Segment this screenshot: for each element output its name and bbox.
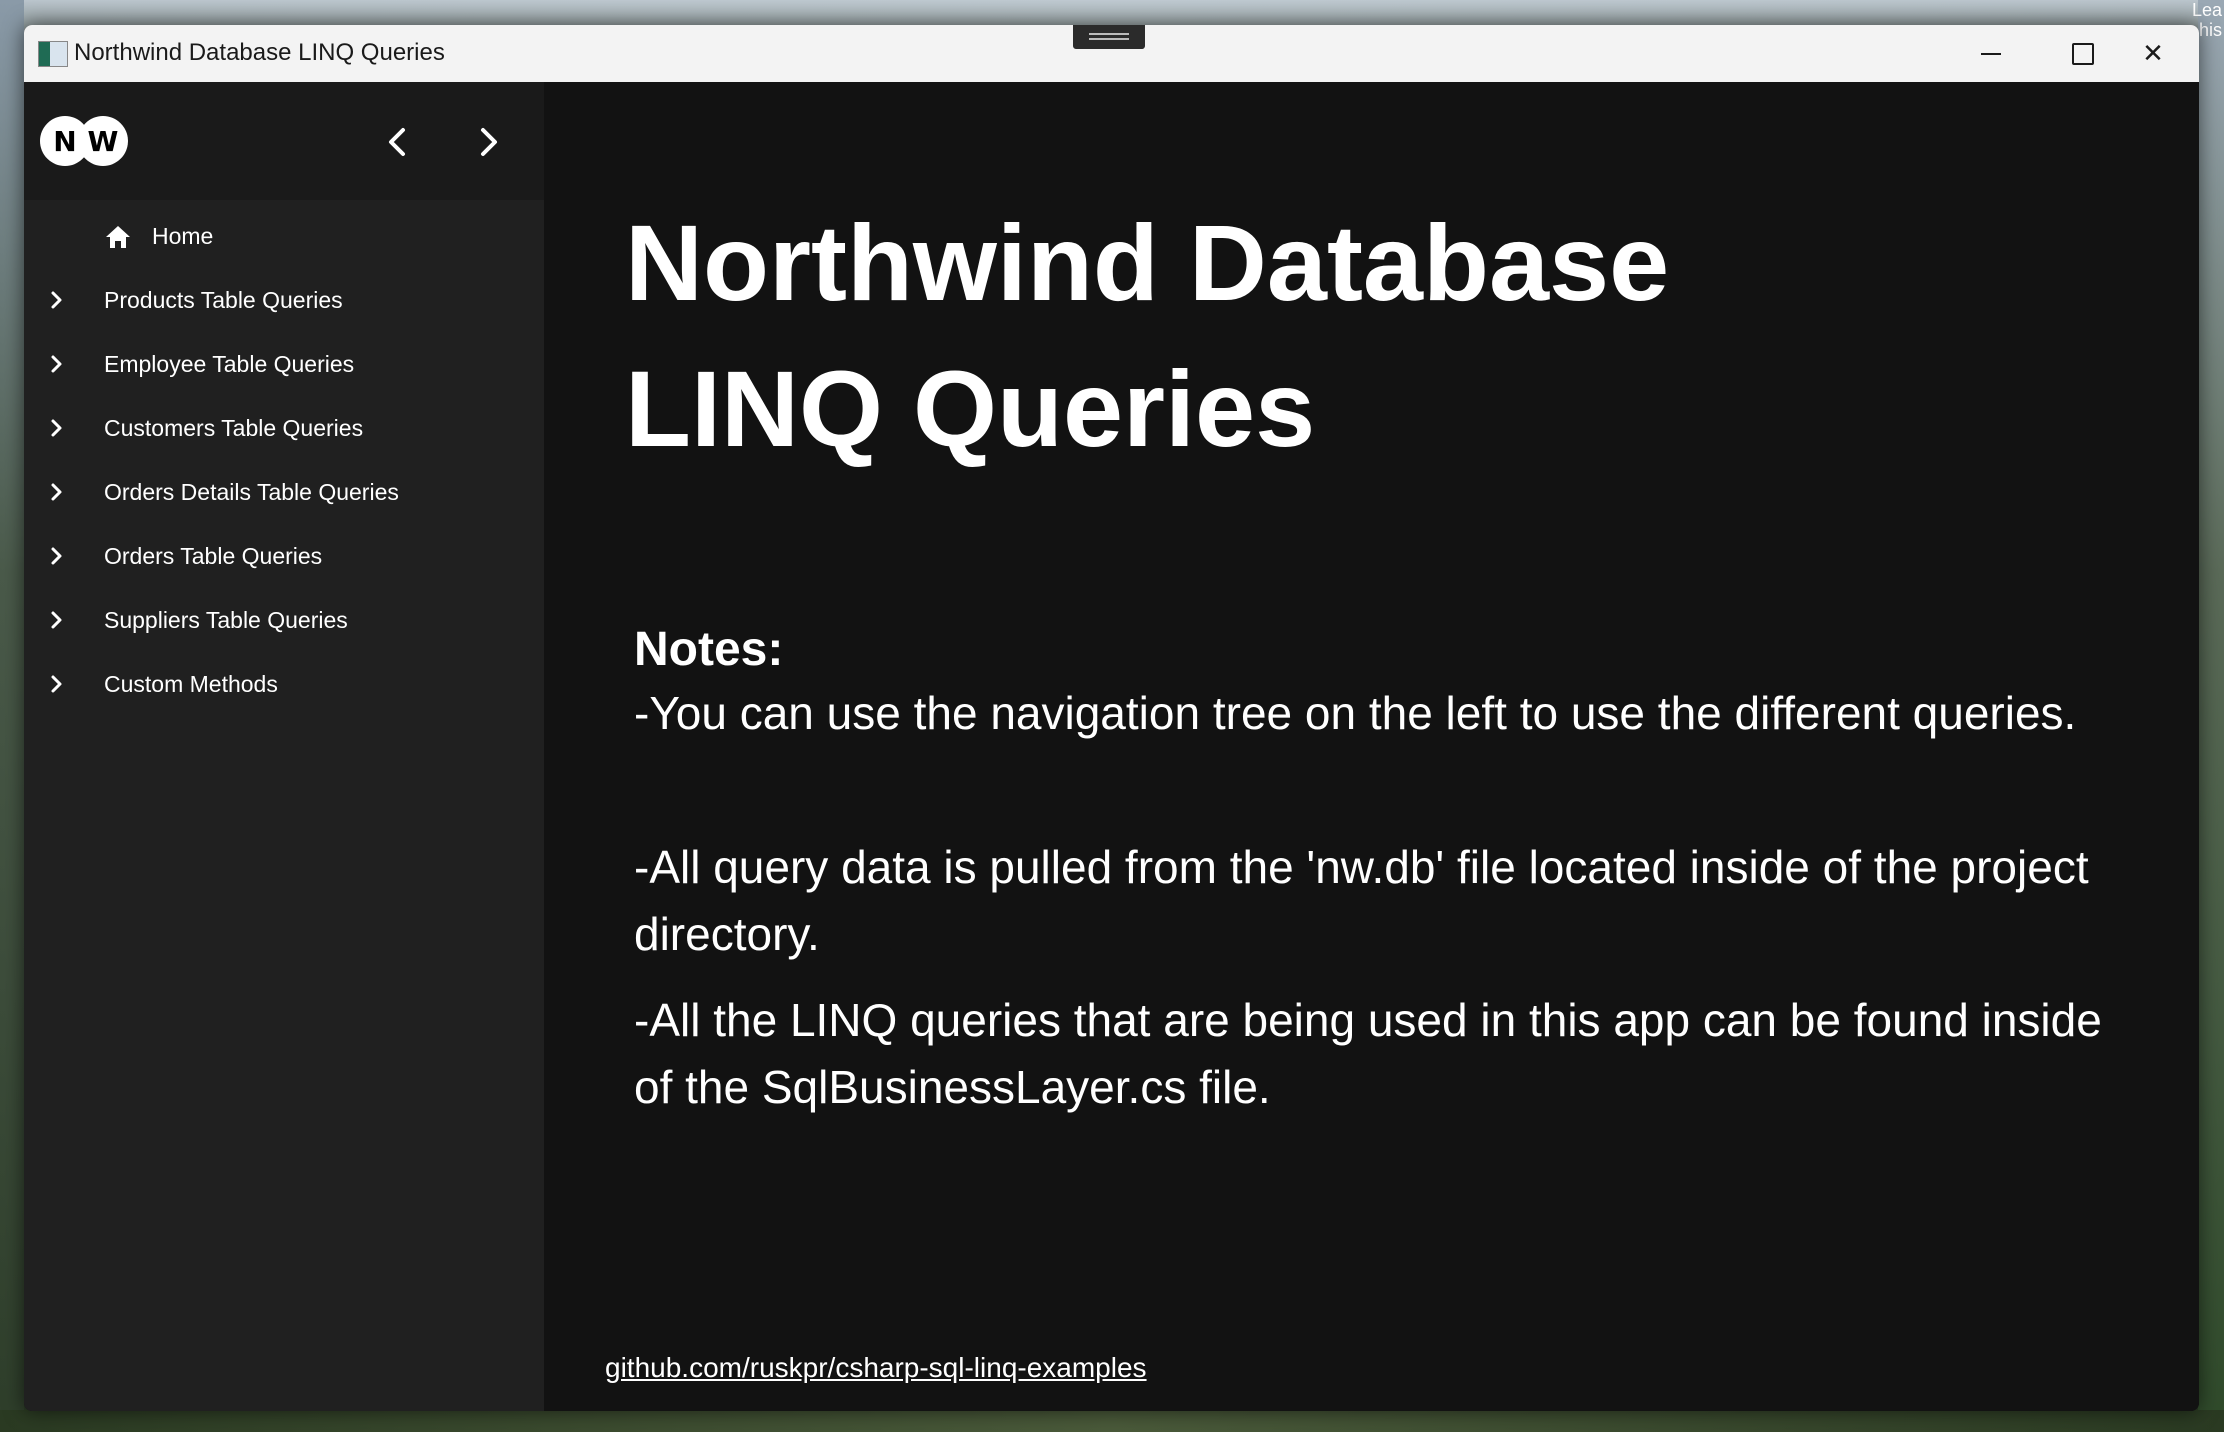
- chevron-right-icon: [51, 547, 62, 565]
- close-icon: ✕: [2142, 38, 2164, 68]
- corner-text-line: Lea: [2191, 0, 2222, 20]
- sidebar: N W Home Products Table Queries Employee…: [24, 82, 544, 1411]
- back-button[interactable]: [376, 120, 420, 164]
- logo-circle-w: W: [78, 116, 128, 166]
- nav-item-suppliers[interactable]: Suppliers Table Queries: [24, 588, 544, 652]
- navigation-tree: Home Products Table Queries Employee Tab…: [24, 204, 544, 716]
- chevron-right-icon: [51, 419, 62, 437]
- chevron-right-icon: [51, 483, 62, 501]
- notes-heading: Notes:: [634, 623, 784, 676]
- nav-item-label: Products Table Queries: [104, 286, 343, 313]
- nav-item-label: Orders Table Queries: [104, 542, 323, 569]
- maximize-icon: [2072, 42, 2094, 65]
- page-title-line: LINQ Queries: [625, 348, 1316, 469]
- note-text: -All query data is pulled from the 'nw.d…: [634, 841, 2089, 960]
- drag-handle[interactable]: [1073, 25, 1145, 49]
- nav-item-customers[interactable]: Customers Table Queries: [24, 396, 544, 460]
- github-link[interactable]: github.com/ruskpr/csharp-sql-linq-exampl…: [605, 1352, 1147, 1384]
- desktop-background-bottom: [0, 1410, 2224, 1432]
- chevron-right-icon: [51, 611, 62, 629]
- close-button[interactable]: ✕: [2107, 25, 2199, 82]
- nav-item-employee[interactable]: Employee Table Queries: [24, 332, 544, 396]
- chevron-right-icon: [51, 675, 62, 693]
- window-title: Northwind Database LINQ Queries: [74, 39, 445, 66]
- desktop-background-left: [0, 0, 24, 1432]
- minimize-icon: [1981, 52, 2001, 55]
- app-window: Northwind Database LINQ Queries ✕ N W Ho…: [24, 25, 2199, 1411]
- main-content: Northwind Database LINQ Queries Notes: -…: [544, 82, 2199, 1411]
- chevron-right-icon: [481, 128, 497, 156]
- chevron-right-icon: [51, 291, 62, 309]
- nav-item-label: Home: [152, 222, 214, 249]
- title-bar[interactable]: Northwind Database LINQ Queries ✕: [24, 25, 2199, 82]
- nav-item-label: Orders Details Table Queries: [104, 478, 399, 505]
- app-icon: [38, 41, 68, 67]
- nav-item-label: Customers Table Queries: [104, 414, 364, 441]
- nav-item-label: Suppliers Table Queries: [104, 606, 348, 633]
- forward-button[interactable]: [466, 120, 510, 164]
- minimize-button[interactable]: [1945, 25, 2037, 82]
- page-title-line: Northwind Database: [625, 202, 1670, 323]
- nav-item-label: Employee Table Queries: [104, 350, 355, 377]
- desktop-background-right: [2198, 0, 2224, 1432]
- app-logo: N W: [40, 116, 130, 168]
- chevron-right-icon: [51, 355, 62, 373]
- note-text: -All the LINQ queries that are being use…: [634, 994, 2102, 1113]
- note-text: -You can use the navigation tree on the …: [634, 687, 2077, 739]
- page-title: Northwind Database LINQ Queries: [625, 190, 1925, 482]
- sidebar-header: N W: [24, 82, 544, 200]
- nav-item-products[interactable]: Products Table Queries: [24, 268, 544, 332]
- home-icon: [106, 226, 130, 248]
- nav-item-custom-methods[interactable]: Custom Methods: [24, 652, 544, 716]
- chevron-left-icon: [389, 128, 405, 156]
- nav-item-label: Custom Methods: [104, 670, 278, 697]
- nav-item-home[interactable]: Home: [24, 204, 544, 268]
- nav-item-orders[interactable]: Orders Table Queries: [24, 524, 544, 588]
- nav-item-order-details[interactable]: Orders Details Table Queries: [24, 460, 544, 524]
